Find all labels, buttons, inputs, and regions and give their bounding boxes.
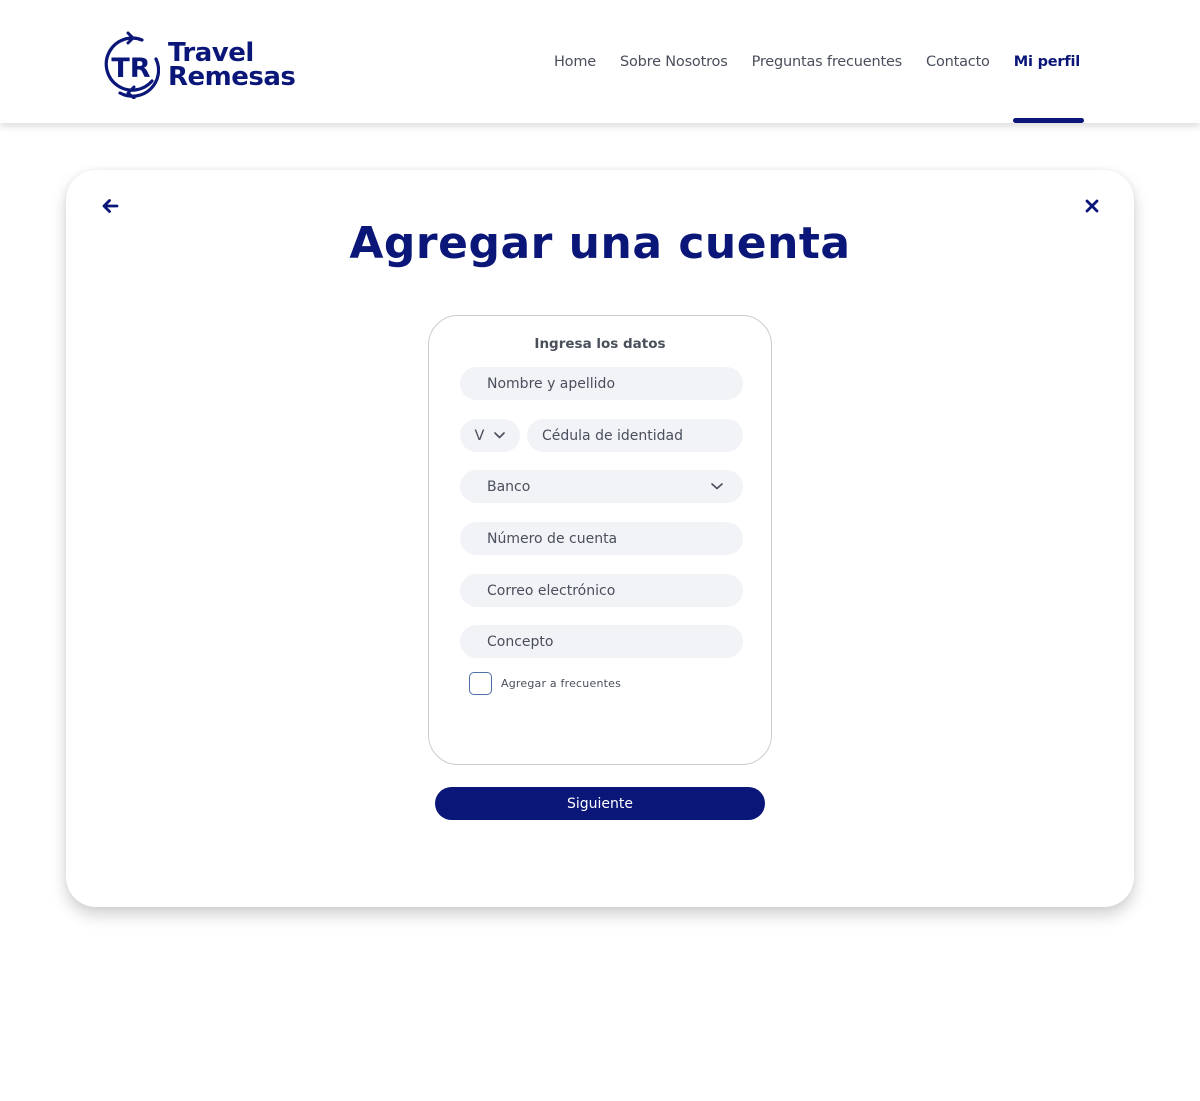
add-to-favorites-label: Agregar a frecuentes xyxy=(501,677,622,690)
page-title: Agregar una cuenta xyxy=(349,218,851,269)
account-number-placeholder: Número de cuenta xyxy=(487,530,618,547)
close-button[interactable] xyxy=(1080,194,1104,218)
id-number-input[interactable]: Cédula de identidad xyxy=(527,419,743,452)
logo-mark-text: TR xyxy=(111,53,150,84)
document-type-value: V xyxy=(474,427,485,444)
next-button[interactable]: Siguiente xyxy=(435,787,765,820)
account-number-input[interactable]: Número de cuenta xyxy=(460,522,743,555)
account-form: Ingresa los datos Nombre y apellido V Cé… xyxy=(428,315,772,765)
bank-placeholder: Banco xyxy=(487,478,531,495)
name-placeholder: Nombre y apellido xyxy=(487,375,616,392)
brand-logo[interactable]: TR Travel Remesas xyxy=(102,31,296,99)
id-number-placeholder: Cédula de identidad xyxy=(542,427,684,444)
chevron-down-icon xyxy=(711,483,723,490)
concept-placeholder: Concepto xyxy=(487,633,554,650)
add-account-dialog: Agregar una cuenta Ingresa los datos Nom… xyxy=(66,170,1134,907)
email-input[interactable]: Correo electrónico xyxy=(460,574,743,607)
nav-home[interactable]: Home xyxy=(542,0,608,123)
arrow-left-icon xyxy=(102,199,119,213)
nav-contacto[interactable]: Contacto xyxy=(914,0,1002,123)
nav-sobre-nosotros[interactable]: Sobre Nosotros xyxy=(608,0,740,123)
back-button[interactable] xyxy=(98,194,122,218)
bank-select[interactable]: Banco xyxy=(460,470,743,503)
email-placeholder: Correo electrónico xyxy=(487,582,616,599)
name-input[interactable]: Nombre y apellido xyxy=(460,367,743,400)
chevron-down-icon xyxy=(494,432,506,439)
site-header: TR Travel Remesas Home Sobre Nosotros Pr… xyxy=(0,0,1200,123)
brand-name: Travel Remesas xyxy=(168,40,296,92)
close-icon xyxy=(1085,199,1099,213)
nav-mi-perfil[interactable]: Mi perfil xyxy=(1002,0,1092,123)
nav-preguntas-frecuentes[interactable]: Preguntas frecuentes xyxy=(740,0,914,123)
add-to-favorites-checkbox[interactable] xyxy=(469,672,492,695)
logo-mark-icon: TR xyxy=(104,31,160,99)
add-to-favorites-option[interactable]: Agregar a frecuentes xyxy=(469,672,621,695)
document-type-select[interactable]: V xyxy=(460,419,520,452)
form-heading: Ingresa los datos xyxy=(534,336,666,352)
brand-name-line2: Remesas xyxy=(168,62,296,92)
main-nav: Home Sobre Nosotros Preguntas frecuentes… xyxy=(542,0,1092,123)
concept-input[interactable]: Concepto xyxy=(460,625,743,658)
